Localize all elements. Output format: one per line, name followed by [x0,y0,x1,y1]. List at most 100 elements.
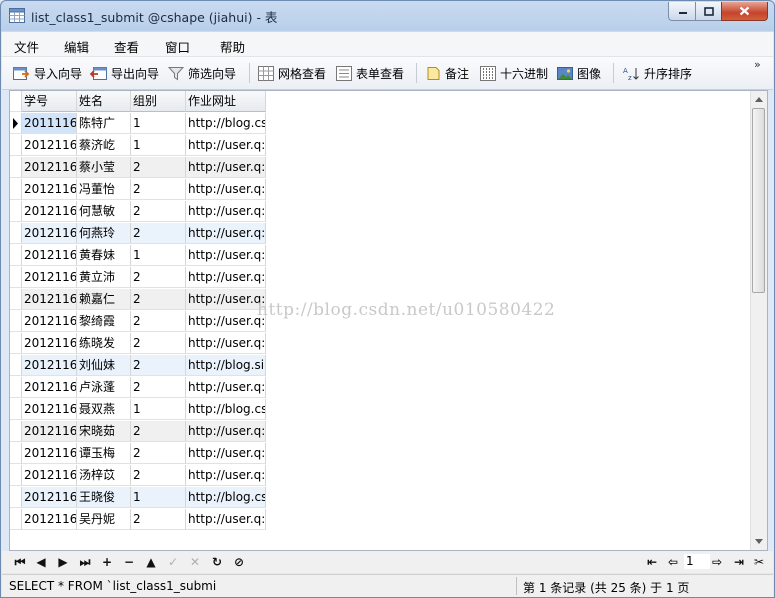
table-cell[interactable]: 2012116 [22,443,77,464]
apply-changes-icon[interactable]: ✓ [165,554,181,570]
table-cell[interactable]: http://user.q: [186,245,266,266]
table-cell[interactable]: 1 [131,135,186,156]
grid-view-button[interactable]: 网格查看 [258,64,326,82]
table-cell[interactable]: 赖嘉仁 [77,289,131,310]
table-cell[interactable]: http://user.q: [186,421,266,442]
next-record-icon[interactable]: ▶ [55,554,71,570]
table-cell[interactable]: 2012116 [22,201,77,222]
table-cell[interactable]: 吴丹妮 [77,509,131,530]
table-cell[interactable]: 1 [131,487,186,508]
table-cell[interactable]: http://user.q: [186,333,266,354]
stop-icon[interactable]: ⊘ [231,554,247,570]
table-cell[interactable]: 2 [131,267,186,288]
next-page-icon[interactable]: ⇨ [709,554,725,570]
table-cell[interactable]: 2012116 [22,421,77,442]
column-header[interactable]: 组别 [131,91,186,112]
table-cell[interactable]: 2 [131,179,186,200]
table-cell[interactable]: http://blog.cs [186,113,266,134]
row-selector[interactable] [10,245,22,266]
table-row[interactable]: 2012116 赖嘉仁 2 http://user.q: [10,289,266,311]
table-cell[interactable]: 刘仙妹 [77,355,131,376]
table-cell[interactable]: http://user.q: [186,443,266,464]
table-cell[interactable]: 2012116 [22,135,77,156]
row-selector[interactable] [10,465,22,486]
column-header[interactable]: 姓名 [77,91,131,112]
table-cell[interactable]: 2 [131,223,186,244]
table-cell[interactable]: 2 [131,421,186,442]
table-row[interactable]: 2012116 黄春妹 1 http://user.q: [10,245,266,267]
form-view-button[interactable]: 表单查看 [336,64,404,82]
header-corner[interactable] [10,91,22,112]
memo-button[interactable]: 备注 [426,64,469,82]
table-cell[interactable]: 1 [131,245,186,266]
last-page-icon[interactable]: ⇥ [731,554,747,570]
export-wizard-button[interactable]: 导出向导 [90,64,159,82]
table-cell[interactable]: 黄春妹 [77,245,131,266]
edit-record-icon[interactable]: ▲ [143,554,159,570]
table-cell[interactable]: http://user.q: [186,311,266,332]
table-row[interactable]: 2012116 吴丹妮 2 http://user.q: [10,509,266,531]
table-cell[interactable]: 汤梓苡 [77,465,131,486]
table-cell[interactable]: 2012116 [22,377,77,398]
table-cell[interactable]: 2012116 [22,399,77,420]
table-cell[interactable]: http://user.q: [186,223,266,244]
table-cell[interactable]: 黄立沛 [77,267,131,288]
last-record-icon[interactable]: ⏭ [77,554,93,570]
table-row[interactable]: 2012116 聂双燕 1 http://blog.cs [10,399,266,421]
table-cell[interactable]: 2 [131,443,186,464]
first-record-icon[interactable]: ⏮ [12,554,28,570]
table-cell[interactable]: 2012116 [22,289,77,310]
table-cell[interactable]: 2012116 [22,355,77,376]
table-cell[interactable]: http://user.q: [186,267,266,288]
column-header[interactable]: 学号 [22,91,77,112]
refresh-icon[interactable]: ↻ [209,554,225,570]
table-cell[interactable]: 2012116 [22,179,77,200]
settings-icon[interactable]: ✂ [751,554,767,570]
table-row[interactable]: 2012116 黎绮霞 2 http://user.q: [10,311,266,333]
table-cell[interactable]: 何慧敏 [77,201,131,222]
minimize-button[interactable] [668,2,697,21]
data-grid[interactable]: 学号 姓名 组别 作业网址 2011116 陈特广 1 http://blog.cs 20121… [9,90,768,551]
table-row[interactable]: 2012116 汤梓苡 2 http://user.q: [10,465,266,487]
row-selector[interactable] [10,443,22,464]
table-cell[interactable]: 2012116 [22,333,77,354]
vertical-scrollbar[interactable] [750,91,767,550]
table-cell[interactable]: 2012116 [22,311,77,332]
toolbar-overflow-button[interactable]: » [754,59,761,70]
table-row[interactable]: 2012116 卢泳蓬 2 http://user.q: [10,377,266,399]
row-selector[interactable] [10,509,22,530]
table-row[interactable]: 2012116 蔡小莹 2 http://user.q: [10,157,266,179]
table-cell[interactable]: http://user.q: [186,289,266,310]
table-cell[interactable]: http://user.q: [186,201,266,222]
row-selector[interactable] [10,355,22,376]
table-cell[interactable]: 2012116 [22,245,77,266]
image-button[interactable]: 图像 [557,64,601,82]
table-cell[interactable]: 2 [131,157,186,178]
table-row[interactable]: 2012116 黄立沛 2 http://user.q: [10,267,266,289]
table-cell[interactable]: 谭玉梅 [77,443,131,464]
table-cell[interactable]: http://user.q: [186,135,266,156]
row-selector[interactable] [10,377,22,398]
table-cell[interactable]: 2 [131,355,186,376]
table-row[interactable]: 2011116 陈特广 1 http://blog.cs [10,113,266,135]
table-cell[interactable]: 2012116 [22,267,77,288]
table-row[interactable]: 2012116 刘仙妹 2 http://blog.si [10,355,266,377]
table-cell[interactable]: http://user.q: [186,157,266,178]
table-cell[interactable]: 2 [131,311,186,332]
import-wizard-button[interactable]: 导入向导 [13,64,82,82]
maximize-button[interactable] [695,2,723,21]
scrollbar-thumb[interactable] [752,108,765,293]
scroll-up-icon[interactable] [755,97,763,102]
menu-window[interactable]: 窗口 [165,37,190,56]
prev-page-icon[interactable]: ⇦ [665,554,681,570]
table-row[interactable]: 2012116 练晓发 2 http://user.q: [10,333,266,355]
table-cell[interactable]: 1 [131,399,186,420]
table-cell[interactable]: http://user.q: [186,377,266,398]
row-selector[interactable] [10,267,22,288]
table-cell[interactable]: http://blog.cs [186,487,266,508]
table-cell[interactable]: 黎绮霞 [77,311,131,332]
filter-wizard-button[interactable]: 筛选向导 [168,64,236,82]
table-row[interactable]: 2012116 宋晓茹 2 http://user.q: [10,421,266,443]
row-selector[interactable] [10,333,22,354]
menu-file[interactable]: 文件 [14,37,39,56]
